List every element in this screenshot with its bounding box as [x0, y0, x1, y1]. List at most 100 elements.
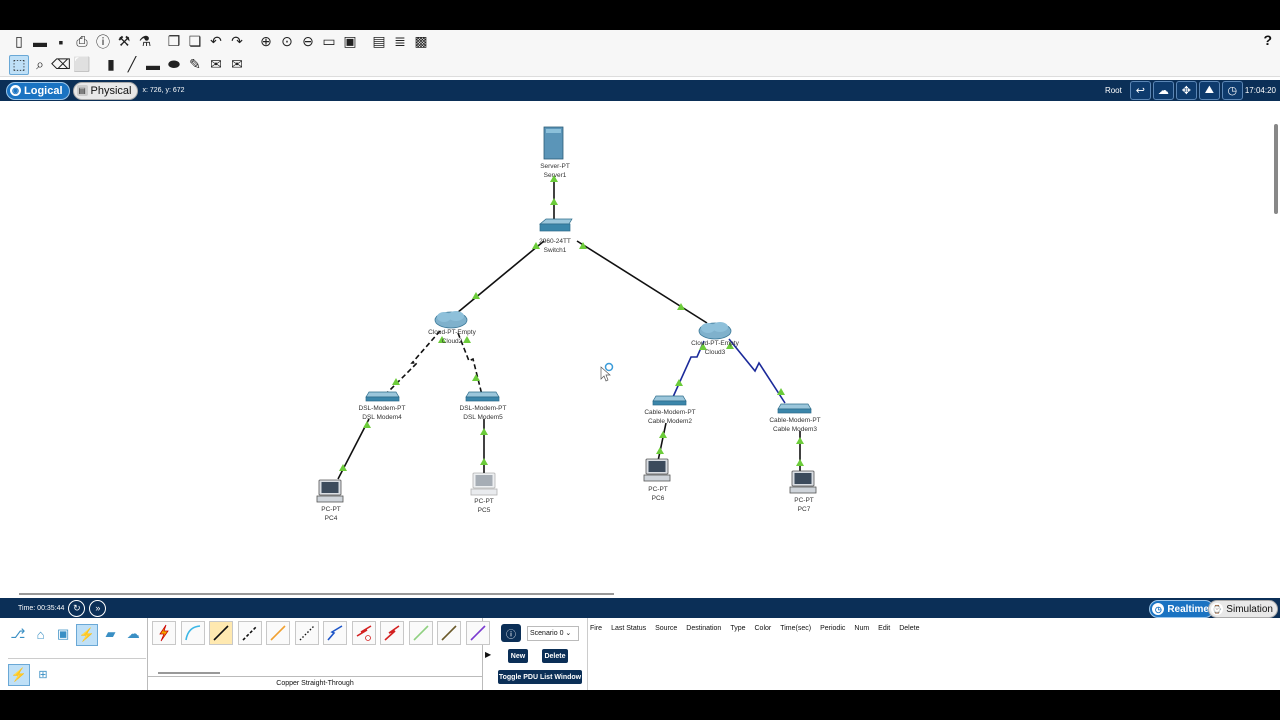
- device-dsl-modem4[interactable]: DSL-Modem-PT DSL Modem4: [359, 391, 406, 421]
- realtime-label: Realtime: [1167, 603, 1209, 615]
- new-file-icon[interactable]: ▯: [9, 32, 29, 52]
- toggle-pdu-list-button[interactable]: Toggle PDU List Window: [498, 670, 582, 684]
- horizontal-scrollbar[interactable]: [19, 593, 614, 595]
- add-simple-pdu-icon[interactable]: ✉: [206, 55, 226, 75]
- new-scenario-button[interactable]: New: [508, 649, 528, 663]
- realtime-button[interactable]: ◷ Realtime: [1149, 600, 1214, 618]
- connections-category-icon[interactable]: ⚡: [76, 624, 98, 646]
- miscellaneous-icon[interactable]: ▰: [101, 624, 121, 644]
- help-icon[interactable]: ?: [1263, 32, 1272, 48]
- pc7-name-label: PC7: [798, 506, 811, 513]
- activity-wizard-icon[interactable]: ⚗: [135, 32, 155, 52]
- link-cable2-pc6[interactable]: [657, 422, 667, 462]
- fiber-icon[interactable]: [266, 621, 290, 645]
- device-pc4[interactable]: PC-PT PC4: [316, 479, 344, 522]
- delete-scenario-button[interactable]: Delete: [542, 649, 568, 663]
- scenario-select[interactable]: Scenario 0 ⌄: [527, 626, 579, 641]
- col-delete: Delete: [899, 625, 920, 632]
- device-server1[interactable]: Server-PT Server1: [540, 126, 570, 179]
- iot-custom-cable-icon[interactable]: [437, 621, 461, 645]
- physical-tab[interactable]: ▤ Physical: [72, 81, 139, 100]
- components-icon[interactable]: ▣: [53, 624, 73, 644]
- device-cloud2[interactable]: Cloud-PT-Empty Cloud2: [428, 310, 477, 345]
- device-cable-modem3[interactable]: Cable-Modem-PT Cable Modem3: [769, 403, 821, 433]
- place-note-icon[interactable]: ▮: [101, 55, 121, 75]
- auto-connection-icon[interactable]: [152, 621, 176, 645]
- new-cluster-icon[interactable]: ☁: [1152, 81, 1174, 100]
- custom-device-icon[interactable]: ▣: [340, 32, 360, 52]
- connections-subcategory-icon[interactable]: ⚡: [8, 664, 30, 686]
- col-num: Num: [854, 625, 870, 632]
- logical-workspace[interactable]: Server-PT Server1 2960-24TT Switch1 Clou…: [7, 101, 1280, 600]
- zoom-reset-icon[interactable]: ⊙: [277, 32, 297, 52]
- redo-icon[interactable]: ↷: [227, 32, 247, 52]
- undo-icon[interactable]: ↶: [206, 32, 226, 52]
- device-cable-modem2[interactable]: Cable-Modem-PT Cable Modem2: [644, 395, 696, 425]
- device-pc7[interactable]: PC-PT PC7: [789, 470, 817, 513]
- device-cloud3[interactable]: Cloud-PT-Empty Cloud3: [691, 321, 740, 356]
- connection-panel-scrollbar[interactable]: [158, 672, 220, 674]
- copper-straight-through-icon[interactable]: [209, 621, 233, 645]
- logical-tab[interactable]: ◉ Logical: [6, 81, 70, 100]
- expand-arrow-icon[interactable]: ▶: [485, 650, 491, 659]
- serial-dte-icon[interactable]: [380, 621, 404, 645]
- draw-rectangle-icon[interactable]: ▬: [143, 55, 163, 75]
- add-complex-pdu-icon[interactable]: ✉: [227, 55, 247, 75]
- device-dsl-modem5[interactable]: DSL-Modem-PT DSL Modem5: [460, 391, 507, 421]
- bottom-panel: ⎇ ⌂ ▣ ⚡ ▰ ☁ ⚡ ⊞ Copper Straight-Through …: [0, 618, 1280, 690]
- scenario-info-icon[interactable]: ⓘ: [501, 624, 521, 642]
- zoom-in-icon[interactable]: ⊕: [256, 32, 276, 52]
- phone-cable-icon[interactable]: [294, 621, 319, 645]
- serial-dce-icon[interactable]: [351, 621, 376, 645]
- back-icon[interactable]: ↩: [1129, 81, 1151, 100]
- copper-cross-over-icon[interactable]: [237, 621, 262, 645]
- resize-shape-icon[interactable]: ⬜: [72, 55, 92, 75]
- cable3-model-label: Cable-Modem-PT: [769, 417, 820, 424]
- delete-tool-icon[interactable]: ⌫: [51, 55, 71, 75]
- link-switch-cloud3[interactable]: [576, 240, 708, 324]
- copy-icon[interactable]: ❐: [164, 32, 184, 52]
- link-cloud3-cable3[interactable]: [728, 338, 786, 404]
- end-devices-icon[interactable]: ⌂: [31, 624, 51, 644]
- structured-cabling-icon[interactable]: ⊞: [33, 664, 53, 684]
- inspect-tool-icon[interactable]: ⌕: [30, 55, 50, 75]
- link-switch-cloud2[interactable]: [456, 240, 545, 314]
- draw-ellipse-icon[interactable]: ⬬: [164, 55, 184, 75]
- device-switch1[interactable]: 2960-24TT Switch1: [539, 218, 573, 254]
- paste-icon[interactable]: ❏: [185, 32, 205, 52]
- simulation-button[interactable]: ⌚ Simulation: [1208, 600, 1278, 618]
- network-info-icon[interactable]: ≣: [390, 32, 410, 52]
- move-object-icon[interactable]: ✥: [1175, 81, 1197, 100]
- open-folder-icon[interactable]: ▬: [30, 32, 50, 52]
- col-time: Time(sec): [780, 625, 812, 632]
- multiuser-icon[interactable]: ☁: [123, 624, 143, 644]
- draw-line-icon[interactable]: ╱: [122, 55, 142, 75]
- print-icon[interactable]: ⎙: [72, 32, 92, 52]
- viewport-icon[interactable]: ▤: [369, 32, 389, 52]
- drawing-palette-icon[interactable]: ▭: [319, 32, 339, 52]
- device-pc5[interactable]: PC-PT PC5: [470, 472, 498, 514]
- freeform-icon[interactable]: ✎: [185, 55, 205, 75]
- coaxial-cable-icon[interactable]: [323, 621, 347, 645]
- fast-forward-icon[interactable]: »: [89, 599, 107, 617]
- screenshot-icon[interactable]: ▩: [411, 32, 431, 52]
- console-cable-icon[interactable]: [180, 621, 205, 645]
- link-cloud2-dsl4[interactable]: [382, 330, 441, 398]
- device-pc6[interactable]: PC-PT PC6: [643, 458, 671, 502]
- info-icon[interactable]: ⓘ: [93, 32, 113, 52]
- network-devices-icon[interactable]: ⎇: [8, 624, 28, 644]
- power-cycle-icon[interactable]: ↻: [68, 599, 86, 617]
- col-type: Type: [730, 625, 746, 632]
- cloud3-name-label: Cloud3: [705, 349, 726, 356]
- set-background-icon[interactable]: ⛰: [1198, 81, 1220, 100]
- server1-model-label: Server-PT: [540, 163, 570, 170]
- zoom-out-icon[interactable]: ⊖: [298, 32, 318, 52]
- wizard-icon[interactable]: ⚒: [114, 32, 134, 52]
- octal-cable-icon[interactable]: [408, 621, 433, 645]
- pc4-name-label: PC4: [325, 515, 338, 522]
- pc6-name-label: PC6: [652, 495, 665, 502]
- selected-connection-label: Copper Straight-Through: [148, 676, 482, 690]
- select-tool-icon[interactable]: ⬚: [9, 54, 29, 75]
- save-icon[interactable]: ▪: [51, 32, 71, 52]
- vertical-scrollbar[interactable]: [1274, 124, 1278, 214]
